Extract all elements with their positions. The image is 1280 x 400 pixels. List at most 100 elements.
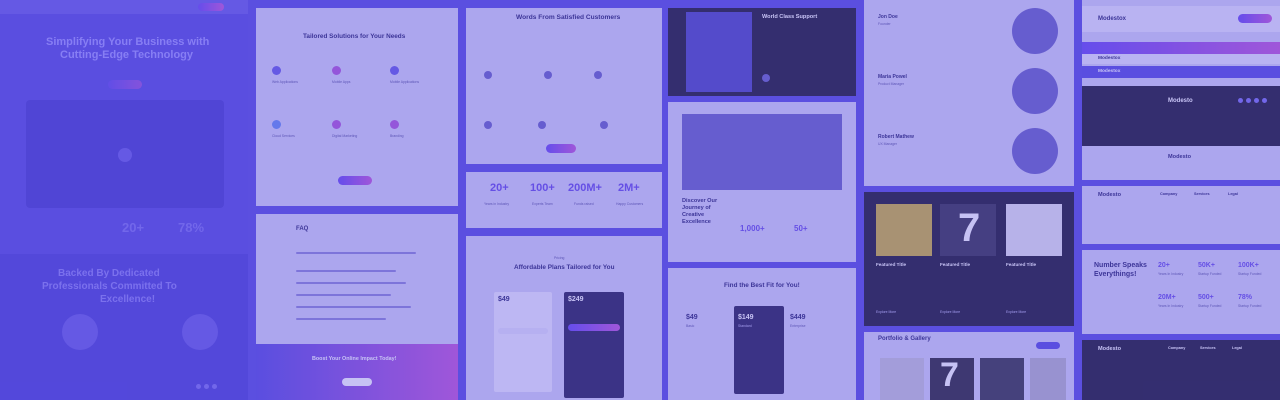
journey-title-2: Journey of: [682, 205, 711, 211]
team-avatar-2: [1012, 68, 1058, 114]
portfolio-button[interactable]: [1036, 342, 1060, 349]
support-title: World Class Support: [762, 14, 818, 20]
team-section: Jon Doe Founder Maria Powel Product Mana…: [864, 0, 1074, 186]
faq-cta-title: Boost Your Online Impact Today!: [312, 356, 397, 362]
journey-num-1: 1,000+: [740, 224, 765, 233]
services-section: Tailored Solutions for Your Needs Web Ap…: [256, 8, 458, 206]
faq-item[interactable]: [296, 318, 386, 320]
pricing2-plan-1: Basic: [686, 324, 695, 328]
header-1: Modestox: [1082, 6, 1280, 32]
numbers-section: Number Speaks Everythings! 20+ Years In …: [1082, 250, 1280, 334]
stat-num-4: 2M+: [618, 182, 640, 194]
price-featured: $249: [568, 296, 584, 303]
numbers-label-5: Startup Funded: [1198, 304, 1222, 308]
avatar-2: [182, 314, 218, 350]
service-icon-5: [332, 120, 341, 129]
customer-avatar: [594, 71, 602, 79]
faq-item[interactable]: [296, 306, 411, 308]
services-cta-button[interactable]: [338, 176, 372, 185]
pricing-section-2: Find the Best Fit for You! $49 Basic $14…: [668, 268, 856, 400]
testimonials-button[interactable]: [546, 144, 576, 153]
faq-item[interactable]: [296, 270, 396, 272]
services-title: Tailored Solutions for Your Needs: [303, 33, 406, 40]
feature-title-1: Featured Title: [876, 262, 907, 267]
feature-more-1[interactable]: Explore More: [876, 310, 896, 314]
portfolio-section: Portfolio & Gallery 7: [864, 332, 1074, 400]
feature-more-2[interactable]: Explore More: [940, 310, 960, 314]
social-icon[interactable]: [1246, 98, 1251, 103]
journey-title-1: Discover Our: [682, 198, 718, 204]
service-3: Mobile Applications: [390, 80, 420, 84]
header-brand-3: Modestox: [1098, 69, 1121, 74]
numbers-num-4: 20M+: [1158, 294, 1176, 301]
banner-title-3: Excellence!: [100, 294, 156, 305]
hero-banner: Backed By Dedicated Professionals Commit…: [0, 254, 248, 400]
numbers-label-3: Startup Funded: [1238, 272, 1262, 276]
social-icon[interactable]: [1262, 98, 1267, 103]
social-icon[interactable]: [1254, 98, 1259, 103]
numbers-num-5: 500+: [1198, 294, 1214, 301]
faq-item[interactable]: [296, 282, 406, 284]
header-topbar: [1082, 42, 1280, 54]
avatar-1: [62, 314, 98, 350]
faq-title: FAQ: [296, 226, 309, 232]
header-brand-1: Modestox: [1098, 16, 1127, 22]
customer-avatar: [484, 71, 492, 79]
header-3: Modestox: [1082, 66, 1280, 78]
numbers-title-2: Everythings!: [1094, 271, 1137, 278]
numbers-title-1: Number Speaks: [1094, 262, 1147, 269]
header-cta-1[interactable]: [1238, 14, 1272, 23]
header-variants: Modestox Modestox Modestox: [1082, 0, 1280, 86]
portfolio-image-1: [880, 358, 924, 400]
stat-label-4: Happy Customers: [616, 202, 644, 206]
social-dot-3[interactable]: [212, 384, 217, 389]
stat-num-3: 200M+: [568, 182, 602, 194]
customer-avatar: [600, 121, 608, 129]
pricing2-price-1: $49: [686, 314, 698, 321]
footer-brand-3: Modesto: [1098, 192, 1121, 198]
pricing2-price-2: $149: [738, 314, 754, 321]
feature-digit: 7: [958, 206, 981, 250]
feature-title-2: Featured Title: [940, 262, 971, 267]
hero-section: Simplifying Your Business with Cutting-E…: [0, 0, 248, 400]
choose-plan-button[interactable]: [498, 328, 548, 334]
footer-brand-2: Modesto: [1168, 154, 1191, 160]
social-icon[interactable]: [1238, 98, 1243, 103]
team-avatar-1: [1012, 8, 1058, 54]
team-role-2: Product Manager: [878, 82, 905, 86]
journey-section: Discover Our Journey of Creative Excelle…: [668, 102, 856, 262]
portfolio-digit: 7: [940, 356, 959, 394]
footer-dark-1: Modesto: [1082, 86, 1280, 146]
pricing2-plan-3: Enterprise: [790, 324, 806, 328]
numbers-num-3: 100K+: [1238, 262, 1259, 269]
numbers-label-2: Startup Funded: [1198, 272, 1222, 276]
choose-plan-button[interactable]: [568, 324, 620, 331]
testimonials-title: Words From Satisfied Customers: [516, 14, 621, 21]
footer-light-2: Modesto Company Services Legal: [1082, 186, 1280, 244]
pricing2-title: Find the Best Fit for You!: [724, 282, 800, 289]
portfolio-image-4: [1030, 358, 1066, 400]
social-dot-1[interactable]: [196, 384, 201, 389]
faq-cta-button[interactable]: [342, 378, 372, 386]
pricing-section-1: Pricing Affordable Plans Tailored for Yo…: [466, 236, 662, 400]
feature-more-3[interactable]: Explore More: [1006, 310, 1026, 314]
hero-cta-button[interactable]: [108, 80, 142, 89]
faq-item[interactable]: [296, 294, 391, 296]
numbers-label-4: Years In Industry: [1158, 304, 1184, 308]
hero-nav-button[interactable]: [198, 3, 224, 11]
social-dot-2[interactable]: [204, 384, 209, 389]
customer-avatar: [484, 121, 492, 129]
team-role-1: Founder: [878, 22, 891, 26]
faq-item[interactable]: [296, 252, 416, 254]
footer-light-1: Modesto: [1082, 146, 1280, 180]
service-icon-3: [390, 66, 399, 75]
hero-title-1: Simplifying Your Business with: [46, 36, 210, 48]
pricing-tag: Pricing: [554, 256, 565, 260]
customer-avatar: [538, 121, 546, 129]
support-section: World Class Support: [668, 8, 856, 96]
play-icon[interactable]: [118, 148, 132, 162]
service-icon-4: [272, 120, 281, 129]
team-name-2: Maria Powel: [878, 74, 907, 80]
service-4: Cloud Services: [272, 134, 295, 138]
journey-num-2: 50+: [794, 224, 808, 233]
